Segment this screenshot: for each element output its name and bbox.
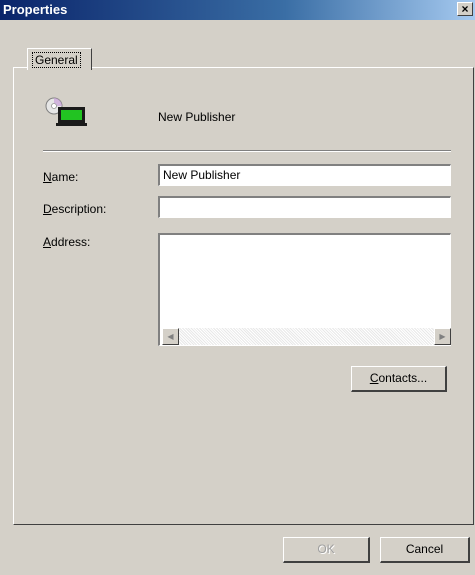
window-title: Properties bbox=[3, 2, 68, 17]
contacts-button[interactable]: Contacts... bbox=[351, 366, 447, 392]
close-button[interactable]: × bbox=[457, 2, 473, 16]
title-bar[interactable]: Properties × bbox=[0, 0, 475, 20]
description-label: Description: bbox=[43, 202, 107, 216]
tab-general[interactable]: General bbox=[27, 48, 92, 70]
properties-dialog: Properties × General New Publisher Name:… bbox=[0, 0, 475, 575]
scroll-right-button[interactable]: ▶ bbox=[434, 328, 451, 345]
cancel-button[interactable]: Cancel bbox=[380, 537, 470, 563]
publisher-computer-icon bbox=[45, 97, 87, 126]
tab-general-label: General bbox=[32, 52, 81, 68]
address-label: Address: bbox=[43, 235, 91, 249]
description-field[interactable] bbox=[158, 196, 451, 218]
name-field[interactable]: New Publisher bbox=[158, 164, 451, 186]
scroll-left-button[interactable]: ◀ bbox=[162, 328, 179, 345]
ok-button[interactable]: OK bbox=[283, 537, 370, 563]
name-label: Name: bbox=[43, 170, 79, 184]
address-horizontal-scrollbar[interactable]: ◀ ▶ bbox=[162, 328, 451, 345]
separator bbox=[43, 150, 451, 152]
address-textarea[interactable]: ◀ ▶ bbox=[158, 233, 451, 346]
publisher-display-name: New Publisher bbox=[158, 110, 236, 124]
